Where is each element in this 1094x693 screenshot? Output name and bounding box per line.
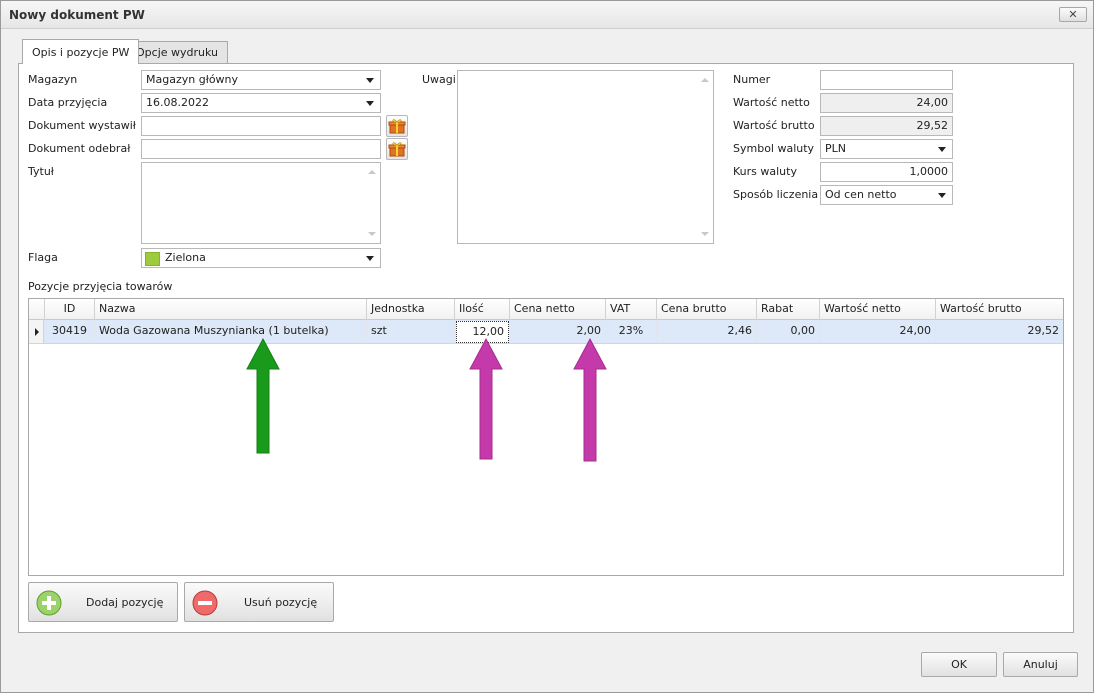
chevron-down-icon	[366, 256, 374, 261]
wartosc-netto-value: 24,00	[820, 93, 953, 113]
magenta-up-arrow-annotation-cena	[573, 337, 607, 462]
grid-header: ID Nazwa Jednostka Ilość Cena netto VAT …	[29, 299, 1063, 320]
tab-opis-i-pozycje[interactable]: Opis i pozycje PW	[22, 39, 140, 64]
data-przyjecia-label: Data przyjęcia	[28, 96, 108, 109]
tytul-scrollbar[interactable]	[364, 163, 380, 243]
data-przyjecia-picker[interactable]: 16.08.2022	[141, 93, 381, 113]
window-title: Nowy dokument PW	[9, 8, 145, 22]
wystawil-picker-button[interactable]	[386, 115, 408, 137]
gift-icon	[388, 142, 406, 157]
flaga-label: Flaga	[28, 251, 58, 264]
close-button[interactable]: ✕	[1059, 7, 1087, 22]
odebral-picker-button[interactable]	[386, 138, 408, 160]
column-header-wartosc-netto[interactable]: Wartość netto	[820, 299, 936, 320]
column-header-cena-netto[interactable]: Cena netto	[510, 299, 606, 320]
tytul-label: Tytuł	[28, 165, 54, 178]
chevron-down-icon	[938, 193, 946, 198]
data-przyjecia-value: 16.08.2022	[146, 96, 209, 109]
column-header-vat[interactable]: VAT	[606, 299, 657, 320]
column-header-wartosc-brutto[interactable]: Wartość brutto	[936, 299, 1063, 320]
dialog-window: Nowy dokument PW ✕ Opis i pozycje PW Opc…	[0, 0, 1094, 693]
tab-opcje-wydruku[interactable]: Opcje wydruku	[126, 41, 228, 63]
sposob-liczenia-label: Sposób liczenia	[733, 188, 819, 201]
magazyn-dropdown[interactable]: Magazyn główny	[141, 70, 381, 90]
header-indicator	[29, 299, 45, 320]
title-bar: Nowy dokument PW ✕	[1, 1, 1093, 29]
cell-id[interactable]: 30419	[45, 320, 95, 343]
chevron-down-icon	[366, 101, 374, 106]
dokument-odebral-label: Dokument odebrał	[28, 142, 131, 155]
grid-caption: Pozycje przyjęcia towarów	[28, 280, 173, 293]
chevron-down-icon	[366, 78, 374, 83]
column-header-nazwa[interactable]: Nazwa	[95, 299, 367, 320]
cell-jednostka[interactable]: szt	[367, 320, 455, 343]
plus-circle-icon	[36, 590, 62, 616]
magazyn-value: Magazyn główny	[146, 73, 239, 86]
scroll-up-icon	[701, 78, 709, 82]
flaga-dropdown[interactable]: Zielona	[141, 248, 381, 268]
dokument-odebral-input[interactable]	[141, 139, 381, 159]
column-header-ilosc[interactable]: Ilość	[455, 299, 510, 320]
add-position-label: Dodaj pozycję	[86, 596, 164, 609]
cell-vat[interactable]: 23%	[606, 320, 657, 343]
numer-input[interactable]	[820, 70, 953, 90]
scroll-down-icon	[701, 232, 709, 236]
cell-wartosc-netto[interactable]: 24,00	[820, 320, 936, 343]
sposob-liczenia-value: Od cen netto	[825, 188, 897, 201]
green-up-arrow-annotation	[246, 337, 280, 454]
scroll-up-icon	[368, 170, 376, 174]
uwagi-scrollbar[interactable]	[697, 71, 713, 243]
uwagi-label: Uwagi	[422, 73, 456, 86]
cell-wartosc-brutto[interactable]: 29,52	[936, 320, 1063, 343]
wartosc-brutto-value: 29,52	[820, 116, 953, 136]
symbol-waluty-value: PLN	[825, 142, 846, 155]
cell-cena-brutto[interactable]: 2,46	[657, 320, 757, 343]
cell-nazwa[interactable]: Woda Gazowana Muszynianka (1 butelka)	[95, 320, 367, 343]
gift-icon	[388, 119, 406, 134]
uwagi-textarea[interactable]	[457, 70, 714, 244]
column-header-jednostka[interactable]: Jednostka	[367, 299, 455, 320]
symbol-waluty-label: Symbol waluty	[733, 142, 815, 155]
ok-button[interactable]: OK	[921, 652, 997, 677]
table-row[interactable]: 30419 Woda Gazowana Muszynianka (1 butel…	[29, 320, 1063, 344]
magenta-up-arrow-annotation-ilosc	[469, 337, 503, 460]
dokument-wystawil-label: Dokument wystawił	[28, 119, 136, 132]
kurs-waluty-input[interactable]: 1,0000	[820, 162, 953, 182]
remove-position-button[interactable]: Usuń pozycję	[184, 582, 334, 622]
chevron-down-icon	[938, 147, 946, 152]
flag-color-swatch	[145, 252, 160, 266]
scroll-down-icon	[368, 232, 376, 236]
minus-circle-icon	[192, 590, 218, 616]
tytul-textarea[interactable]	[141, 162, 381, 244]
remove-position-label: Usuń pozycję	[244, 596, 318, 609]
column-header-id[interactable]: ID	[45, 299, 95, 320]
row-selector-icon[interactable]	[29, 320, 44, 343]
dokument-wystawil-input[interactable]	[141, 116, 381, 136]
numer-label: Numer	[733, 73, 771, 86]
wartosc-netto-label: Wartość netto	[733, 96, 810, 109]
flaga-value: Zielona	[165, 251, 206, 264]
wartosc-brutto-label: Wartość brutto	[733, 119, 815, 132]
items-grid[interactable]: ID Nazwa Jednostka Ilość Cena netto VAT …	[28, 298, 1064, 576]
cancel-button[interactable]: Anuluj	[1003, 652, 1078, 677]
column-header-rabat[interactable]: Rabat	[757, 299, 820, 320]
sposob-liczenia-dropdown[interactable]: Od cen netto	[820, 185, 953, 205]
column-header-cena-brutto[interactable]: Cena brutto	[657, 299, 757, 320]
kurs-waluty-label: Kurs waluty	[733, 165, 797, 178]
add-position-button[interactable]: Dodaj pozycję	[28, 582, 178, 622]
cell-rabat[interactable]: 0,00	[757, 320, 820, 343]
symbol-waluty-dropdown[interactable]: PLN	[820, 139, 953, 159]
magazyn-label: Magazyn	[28, 73, 78, 86]
